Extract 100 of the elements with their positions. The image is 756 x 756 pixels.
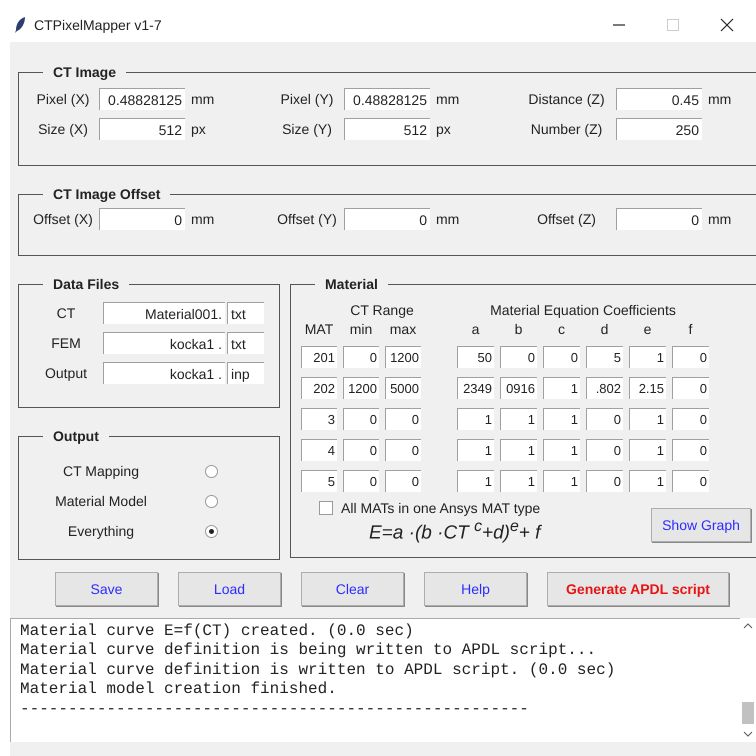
- extension-field[interactable]: inp: [227, 362, 264, 384]
- table-input[interactable]: 0: [343, 470, 379, 492]
- table-input[interactable]: 0: [343, 408, 379, 430]
- table-input[interactable]: 0: [586, 470, 623, 492]
- input-field[interactable]: 0.48828125: [344, 88, 430, 110]
- table-input[interactable]: 0: [672, 470, 709, 492]
- table-input[interactable]: 0: [543, 346, 580, 368]
- scroll-up-icon[interactable]: [743, 622, 753, 630]
- field-label: Pixel (X): [36, 91, 90, 107]
- frame-title: Material: [324, 276, 379, 292]
- table-input[interactable]: 0: [672, 439, 709, 461]
- table-input[interactable]: 1: [629, 439, 666, 461]
- radio-button[interactable]: [205, 464, 218, 478]
- table-input[interactable]: 2349: [457, 377, 494, 399]
- radio-button[interactable]: [205, 494, 218, 508]
- table-input[interactable]: 1: [543, 470, 580, 492]
- column-heading: c: [557, 321, 566, 337]
- table-input[interactable]: 1: [457, 470, 494, 492]
- unit-label: mm: [191, 91, 214, 107]
- table-input[interactable]: 202: [301, 377, 337, 399]
- table-input[interactable]: 1200: [343, 377, 379, 399]
- filename-field[interactable]: kocka1 .: [103, 332, 225, 354]
- field-label: Size (Y): [281, 121, 333, 137]
- frame-title: Output: [52, 428, 100, 444]
- scroll-down-icon[interactable]: [743, 730, 753, 738]
- input-field[interactable]: 512: [99, 118, 185, 140]
- table-input[interactable]: 201: [301, 346, 337, 368]
- close-icon[interactable]: [720, 18, 734, 32]
- input-field[interactable]: 0.48828125: [99, 88, 185, 110]
- input-field[interactable]: 0: [99, 208, 185, 230]
- action-button[interactable]: Load: [178, 572, 281, 606]
- table-input[interactable]: 0: [385, 408, 421, 430]
- table-input[interactable]: 0: [385, 470, 421, 492]
- extension-field[interactable]: txt: [227, 332, 264, 354]
- field-label: Offset (X): [32, 211, 94, 227]
- action-button[interactable]: Generate APDL script: [547, 572, 729, 606]
- table-input[interactable]: 1: [500, 408, 537, 430]
- table-input[interactable]: 1: [500, 439, 537, 461]
- action-button[interactable]: Save: [55, 572, 158, 606]
- table-input[interactable]: 0: [343, 346, 379, 368]
- table-input[interactable]: 5000: [385, 377, 421, 399]
- field-label: Pixel (Y): [280, 91, 334, 107]
- table-input[interactable]: 1: [543, 408, 580, 430]
- filename-field[interactable]: kocka1 .: [103, 362, 225, 384]
- table-input[interactable]: .802: [586, 377, 623, 399]
- table-input[interactable]: 0: [672, 408, 709, 430]
- table-input[interactable]: 1: [457, 439, 494, 461]
- table-input[interactable]: 1: [543, 439, 580, 461]
- action-button[interactable]: Help: [424, 572, 527, 606]
- feather-icon: [14, 16, 26, 34]
- table-input[interactable]: 1: [457, 408, 494, 430]
- field-label: Distance (Z): [527, 91, 606, 107]
- table-input[interactable]: 5: [301, 470, 337, 492]
- input-field[interactable]: 0.45: [616, 88, 702, 110]
- input-field[interactable]: 0: [344, 208, 430, 230]
- table-input[interactable]: 0: [586, 408, 623, 430]
- maximize-icon[interactable]: [666, 18, 680, 32]
- action-button[interactable]: Clear: [301, 572, 404, 606]
- table-input[interactable]: 0: [672, 346, 709, 368]
- checkbox[interactable]: [319, 501, 333, 515]
- show-graph-button[interactable]: Show Graph: [651, 508, 751, 542]
- extension-field[interactable]: txt: [227, 302, 264, 324]
- unit-label: mm: [708, 91, 732, 107]
- table-input[interactable]: 5: [586, 346, 623, 368]
- radio-button[interactable]: [205, 524, 218, 538]
- unit-label: mm: [708, 211, 732, 227]
- table-input[interactable]: 1200: [385, 346, 421, 368]
- input-field[interactable]: 250: [616, 118, 702, 140]
- window-title: CTPixelMapper v1-7: [34, 17, 162, 33]
- table-input[interactable]: 0: [500, 346, 537, 368]
- frame-title: Data Files: [52, 276, 120, 292]
- scrollbar[interactable]: [740, 618, 756, 742]
- column-heading: min: [348, 321, 374, 337]
- table-input[interactable]: 0: [343, 439, 379, 461]
- field-label: Offset (Y): [276, 211, 338, 227]
- column-heading: max: [388, 321, 418, 337]
- table-input[interactable]: 0: [385, 439, 421, 461]
- formula: E=a ·(b ·CT $^{c}$+d)$^{e}$+ f: [368, 518, 543, 544]
- input-field[interactable]: 0: [616, 208, 702, 230]
- scroll-thumb[interactable]: [742, 702, 754, 724]
- field-label: Offset (Z): [536, 211, 597, 227]
- input-field[interactable]: 512: [344, 118, 430, 140]
- table-input[interactable]: 1: [629, 346, 666, 368]
- table-input[interactable]: 1: [543, 377, 580, 399]
- table-input[interactable]: 1: [629, 470, 666, 492]
- filename-field[interactable]: Material001.: [103, 302, 225, 324]
- table-input[interactable]: 50: [457, 346, 494, 368]
- unit-label: px: [191, 121, 206, 137]
- field-label: CT: [56, 305, 76, 321]
- table-input[interactable]: 0: [672, 377, 709, 399]
- table-input[interactable]: 1: [500, 470, 537, 492]
- table-input[interactable]: 0916: [500, 377, 537, 399]
- table-input[interactable]: 2.15: [629, 377, 666, 399]
- log-line: Material curve E=f(CT) created. (0.0 sec): [20, 622, 415, 642]
- table-input[interactable]: 1: [629, 408, 666, 430]
- column-heading: a: [470, 321, 480, 337]
- table-input[interactable]: 3: [301, 408, 337, 430]
- field-label: Output: [44, 365, 88, 381]
- table-input[interactable]: 0: [586, 439, 623, 461]
- table-input[interactable]: 4: [301, 439, 337, 461]
